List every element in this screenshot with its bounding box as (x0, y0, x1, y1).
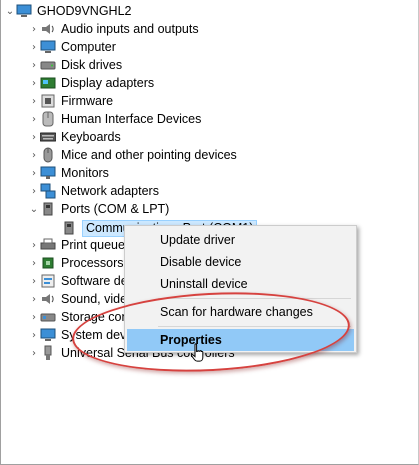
menu-item-disable-device[interactable]: Disable device (127, 251, 354, 273)
chevron-right-icon[interactable]: › (28, 56, 40, 74)
storage-icon (40, 309, 56, 325)
monitor-icon (40, 165, 56, 181)
chevron-right-icon[interactable]: › (28, 38, 40, 56)
tree-item-keyboards[interactable]: › Keyboards (28, 128, 121, 146)
chevron-right-icon[interactable]: › (28, 20, 40, 38)
system-device-icon (40, 327, 56, 343)
tree-item-label: Monitors (61, 166, 109, 180)
chevron-right-icon[interactable]: › (28, 290, 40, 308)
chevron-right-icon[interactable]: › (28, 182, 40, 200)
processor-icon (40, 255, 56, 271)
port-icon (61, 220, 77, 236)
mouse-icon (40, 147, 56, 163)
tree-item-firmware[interactable]: › Firmware (28, 92, 113, 110)
chevron-right-icon[interactable]: › (28, 326, 40, 344)
tree-item-audio[interactable]: › Audio inputs and outputs (28, 20, 199, 38)
chevron-right-icon[interactable]: › (28, 146, 40, 164)
hid-icon (40, 111, 56, 127)
tree-item-label: Audio inputs and outputs (61, 22, 199, 36)
chevron-right-icon[interactable]: › (28, 110, 40, 128)
tree-item-label: Processors (61, 256, 124, 270)
tree-item-label: Firmware (61, 94, 114, 108)
chevron-right-icon[interactable]: › (28, 164, 40, 182)
chevron-right-icon[interactable]: › (28, 74, 40, 92)
chevron-right-icon[interactable]: › (28, 92, 40, 110)
hand-cursor-icon (190, 343, 204, 362)
tree-item-label: Print queues (61, 238, 132, 252)
chevron-right-icon[interactable]: › (28, 236, 40, 254)
computer-icon (16, 3, 32, 19)
chevron-right-icon[interactable]: › (28, 272, 40, 290)
chevron-down-icon[interactable]: ⌄ (4, 2, 16, 20)
printer-icon (40, 237, 56, 253)
tree-item-mice[interactable]: › Mice and other pointing devices (28, 146, 237, 164)
tree-item-ports[interactable]: ⌄ Ports (COM & LPT) (28, 200, 170, 218)
network-icon (40, 183, 56, 199)
chevron-right-icon[interactable]: › (28, 344, 40, 362)
speaker-icon (40, 21, 56, 37)
tree-item-monitors[interactable]: › Monitors (28, 164, 109, 182)
tree-item-label: Ports (COM & LPT) (61, 202, 170, 216)
tree-item-label: Mice and other pointing devices (61, 148, 237, 162)
usb-icon (40, 345, 56, 361)
chevron-right-icon[interactable]: › (28, 254, 40, 272)
root-label: GHOD9VNGHL2 (37, 4, 132, 18)
keyboard-icon (39, 129, 57, 145)
firmware-icon (40, 93, 56, 109)
tree-item-display-adapters[interactable]: › Display adapters (28, 74, 154, 92)
tree-item-disk-drives[interactable]: › Disk drives (28, 56, 122, 74)
menu-item-update-driver[interactable]: Update driver (127, 229, 354, 251)
port-icon (40, 201, 56, 217)
tree-item-print-queues[interactable]: › Print queues (28, 236, 131, 254)
software-device-icon (40, 273, 56, 289)
tree-item-computer[interactable]: › Computer (28, 38, 116, 56)
chevron-right-icon[interactable]: › (28, 308, 40, 326)
tree-item-label: Human Interface Devices (61, 112, 202, 126)
tree-item-label: Keyboards (61, 130, 121, 144)
display-adapter-icon (40, 75, 56, 91)
tree-root[interactable]: ⌄ GHOD9VNGHL2 (4, 2, 132, 20)
tree-item-processors[interactable]: › Processors (28, 254, 124, 272)
sound-icon (40, 291, 56, 307)
computer-icon (40, 39, 56, 55)
tree-item-label: Display adapters (61, 76, 155, 90)
chevron-right-icon[interactable]: › (28, 128, 40, 146)
tree-item-label: Computer (61, 40, 116, 54)
tree-item-label: Network adapters (61, 184, 159, 198)
tree-item-hid[interactable]: › Human Interface Devices (28, 110, 201, 128)
tree-item-label: Disk drives (61, 58, 123, 72)
tree-item-network[interactable]: › Network adapters (28, 182, 159, 200)
chevron-down-icon[interactable]: ⌄ (28, 200, 40, 218)
disk-drive-icon (40, 57, 56, 73)
